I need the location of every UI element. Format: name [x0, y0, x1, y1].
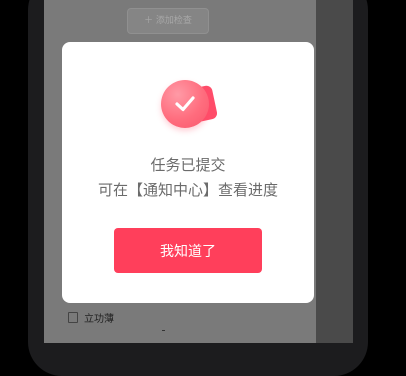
success-dialog: 任务已提交 可在【通知中心】查看进度 我知道了 — [62, 42, 314, 303]
add-check-button: ＋ 添加检查 — [127, 8, 209, 34]
check-icon — [175, 96, 195, 112]
list-item-label: 立功薄 — [84, 314, 114, 325]
check-badge-icon — [161, 80, 219, 130]
confirm-button[interactable]: 我知道了 — [114, 228, 262, 273]
divider — [162, 330, 165, 331]
dialog-subtitle: 可在【通知中心】查看进度 — [97, 181, 278, 199]
list-item: 立功薄 — [68, 310, 114, 325]
dialog-title: 任务已提交 — [150, 156, 226, 174]
bookmark-icon — [68, 312, 78, 323]
screen-side-panel — [316, 0, 353, 343]
